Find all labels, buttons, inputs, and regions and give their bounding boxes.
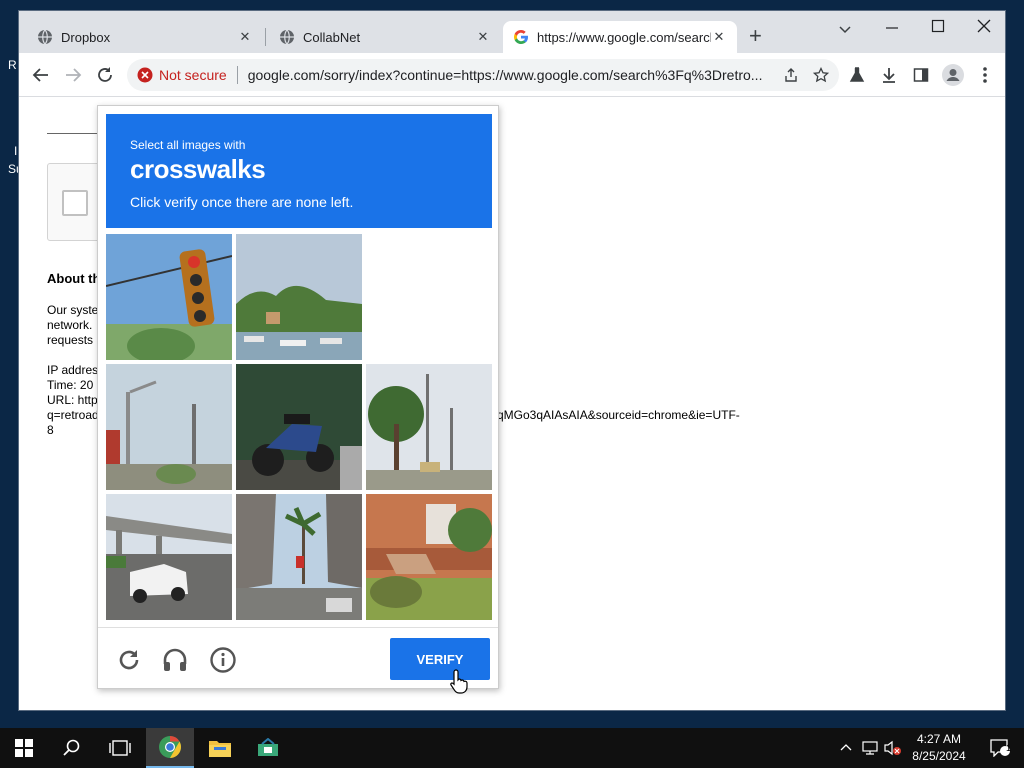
url-text[interactable]: google.com/sorry/index?continue=https://… — [248, 67, 775, 83]
volume-muted-icon[interactable] — [884, 740, 902, 756]
window-close-icon[interactable] — [977, 19, 991, 33]
close-icon[interactable]: ✕ — [475, 29, 491, 45]
minimize-icon[interactable] — [885, 21, 899, 35]
maximize-icon[interactable] — [931, 19, 945, 33]
tile-traffic-light[interactable] — [106, 234, 232, 360]
tab-title: Dropbox — [61, 29, 111, 45]
tab-search-chevron-icon[interactable] — [837, 21, 853, 37]
tab-google-search[interactable]: https://www.google.com/search ✕ — [503, 21, 737, 53]
about-heading: About th — [47, 271, 101, 286]
tab-title: CollabNet — [303, 29, 361, 45]
reload-challenge-icon[interactable] — [115, 646, 143, 674]
share-icon[interactable] — [783, 67, 799, 83]
back-button[interactable] — [29, 63, 53, 87]
task-view-button[interactable] — [96, 728, 144, 768]
close-icon[interactable]: ✕ — [237, 29, 253, 45]
page-text-line: q=retroad — [47, 408, 99, 422]
tile-waterfront[interactable] — [236, 234, 362, 360]
captcha-challenge: Select all images with crosswalks Click … — [97, 105, 499, 694]
reload-icon — [98, 67, 112, 82]
globe-icon — [38, 29, 52, 45]
search-button[interactable] — [48, 728, 96, 768]
tab-title: https://www.google.com/search — [537, 29, 711, 45]
tile-overpass-car[interactable] — [106, 494, 232, 620]
downloads-button[interactable] — [877, 63, 901, 87]
avatar-icon — [942, 64, 964, 86]
desktop-icon-label[interactable]: R — [8, 58, 17, 72]
tab-strip: Dropbox ✕ CollabNet ✕ https://www.google… — [19, 11, 1005, 53]
browser-toolbar: Not secure google.com/sorry/index?contin… — [19, 53, 1005, 97]
instruction-small: Select all images with — [130, 138, 246, 152]
notification-count: 1 — [1006, 743, 1012, 753]
tab-separator — [265, 28, 266, 46]
folder-icon — [209, 741, 231, 757]
verify-button[interactable]: VERIFY — [390, 638, 490, 680]
flask-icon — [849, 67, 865, 82]
page-text-line: network. — [47, 318, 93, 332]
taskbar-chrome[interactable] — [146, 728, 194, 768]
omnibox-actions — [783, 67, 829, 83]
close-icon[interactable]: ✕ — [711, 29, 727, 45]
notification-button[interactable]: 1 — [976, 728, 1024, 768]
star-icon[interactable] — [813, 67, 829, 83]
start-button[interactable] — [0, 728, 48, 768]
target-word: crosswalks — [130, 154, 266, 184]
system-clock[interactable]: 4:27 AM 8/25/2024 — [906, 731, 972, 765]
taskbar-file-explorer[interactable] — [196, 728, 244, 768]
tile-trees-street[interactable] — [366, 364, 492, 490]
new-tab-button[interactable]: + — [749, 25, 762, 47]
labs-button[interactable] — [845, 63, 869, 87]
tile-motorcycle[interactable] — [236, 364, 362, 490]
search-icon — [63, 739, 80, 756]
tab-collabnet[interactable]: CollabNet ✕ — [269, 21, 501, 53]
google-icon — [514, 30, 528, 44]
side-panel-icon — [913, 68, 929, 82]
address-bar[interactable]: Not secure google.com/sorry/index?contin… — [127, 59, 839, 91]
network-icon[interactable] — [862, 741, 878, 755]
hand-cursor-icon — [450, 669, 468, 694]
page-text-line: URL: http — [47, 393, 98, 407]
page-text-line: 8 — [47, 423, 54, 437]
taskbar: 4:27 AM 8/25/2024 1 — [0, 728, 1024, 768]
taskbar-app[interactable] — [244, 728, 292, 768]
tile-street-poles[interactable] — [106, 364, 232, 490]
menu-button[interactable] — [973, 63, 997, 87]
chrome-icon — [159, 736, 181, 758]
not-secure-icon[interactable] — [137, 67, 153, 83]
windows-icon — [15, 739, 33, 757]
more-vert-icon — [983, 67, 987, 83]
divider — [236, 66, 238, 84]
instruction-sub: Click verify once there are none left. — [130, 194, 354, 210]
desktop-icon-label[interactable]: I — [14, 144, 17, 158]
profile-button[interactable] — [941, 63, 965, 87]
task-view-icon — [109, 740, 131, 756]
arrow-right-icon — [66, 68, 82, 82]
chevron-up-icon[interactable] — [840, 742, 852, 754]
app-icon — [258, 738, 278, 756]
image-grid — [106, 234, 492, 620]
recaptcha-checkbox[interactable] — [62, 190, 88, 216]
tile-palm-overpass[interactable] — [236, 494, 362, 620]
captcha-header: Select all images with crosswalks Click … — [106, 114, 492, 228]
download-icon — [883, 68, 895, 83]
tab-dropbox[interactable]: Dropbox ✕ — [27, 21, 263, 53]
captcha-footer: VERIFY — [98, 627, 498, 694]
info-icon[interactable] — [209, 646, 237, 674]
reload-button[interactable] — [93, 63, 117, 87]
arrow-left-icon — [32, 68, 48, 82]
headphones-icon[interactable] — [161, 646, 189, 674]
clock-date: 8/25/2024 — [912, 749, 966, 763]
not-secure-label[interactable]: Not secure — [159, 67, 227, 83]
page-text-line: IP addres — [47, 363, 99, 377]
url-tail-text: qMGo3qAIAsAIA&sourceid=chrome&ie=UTF- — [497, 408, 740, 422]
page-text-line: Our syste — [47, 303, 99, 317]
side-panel-button[interactable] — [909, 63, 933, 87]
page-text-line: requests — [47, 333, 94, 347]
tile-brick-house[interactable] — [366, 494, 492, 620]
page-text-line: Time: 20 — [47, 378, 94, 392]
tile-blank[interactable] — [366, 234, 492, 360]
globe-icon — [280, 29, 294, 45]
clock-time: 4:27 AM — [916, 732, 962, 746]
forward-button[interactable] — [61, 63, 85, 87]
